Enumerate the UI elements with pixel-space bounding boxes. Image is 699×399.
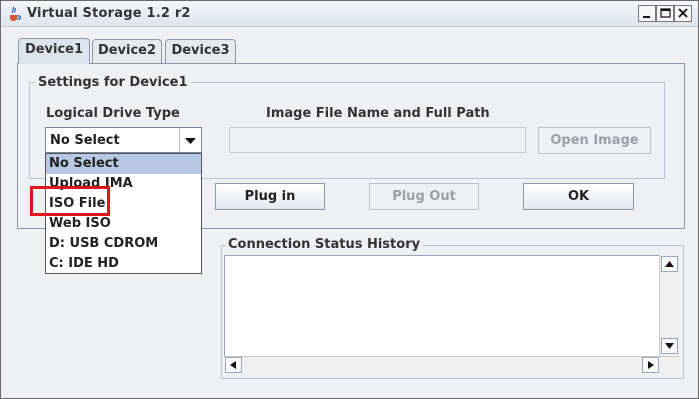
tab-device2[interactable]: Device2 xyxy=(92,39,162,63)
logical-drive-label: Logical Drive Type xyxy=(46,106,180,121)
highlight-annotation-box xyxy=(30,186,110,216)
close-icon xyxy=(678,8,688,18)
scroll-up-button[interactable] xyxy=(661,256,678,272)
scroll-left-button[interactable] xyxy=(225,357,242,373)
minimize-icon xyxy=(643,16,650,18)
image-path-field xyxy=(229,127,526,153)
settings-group-title: Settings for Device1 xyxy=(35,75,191,90)
chevron-up-icon xyxy=(665,261,674,267)
maximize-button[interactable] xyxy=(656,5,674,22)
tab-device3[interactable]: Device3 xyxy=(165,39,236,63)
logical-drive-select[interactable]: No Select xyxy=(45,127,202,153)
dropdown-option-usb-cdrom[interactable]: D: USB CDROM xyxy=(46,234,201,254)
vertical-scrollbar[interactable] xyxy=(659,255,680,356)
dropdown-option-ide-hd[interactable]: C: IDE HD xyxy=(46,254,201,274)
logical-drive-value: No Select xyxy=(50,133,120,148)
chevron-right-icon xyxy=(648,361,654,369)
scroll-right-button[interactable] xyxy=(642,357,659,373)
chevron-down-icon[interactable] xyxy=(179,128,201,152)
ok-button[interactable]: OK xyxy=(523,183,634,210)
close-button[interactable] xyxy=(674,5,692,22)
window-title: Virtual Storage 1.2 r2 xyxy=(27,6,191,21)
java-cup-icon xyxy=(6,5,22,22)
chevron-down-icon xyxy=(665,343,674,349)
horizontal-scrollbar[interactable] xyxy=(224,356,680,373)
minimize-button[interactable] xyxy=(638,5,656,22)
status-group-title: Connection Status History xyxy=(225,237,424,252)
plug-in-button[interactable]: Plug in xyxy=(215,183,325,210)
plug-out-button[interactable]: Plug Out xyxy=(369,183,479,210)
open-image-button[interactable]: Open Image xyxy=(538,127,651,154)
chevron-left-icon xyxy=(230,361,236,369)
scroll-down-button[interactable] xyxy=(661,338,678,354)
tab-device1[interactable]: Device1 xyxy=(18,38,90,64)
image-file-label: Image File Name and Full Path xyxy=(266,106,490,121)
title-bar[interactable]: Virtual Storage 1.2 r2 xyxy=(1,1,698,27)
dropdown-option-no-select[interactable]: No Select xyxy=(46,154,201,174)
maximize-icon xyxy=(660,8,671,18)
dropdown-option-web-iso[interactable]: Web ISO xyxy=(46,214,201,234)
app-window: Virtual Storage 1.2 r2 Device1 Device2 D… xyxy=(0,0,699,399)
